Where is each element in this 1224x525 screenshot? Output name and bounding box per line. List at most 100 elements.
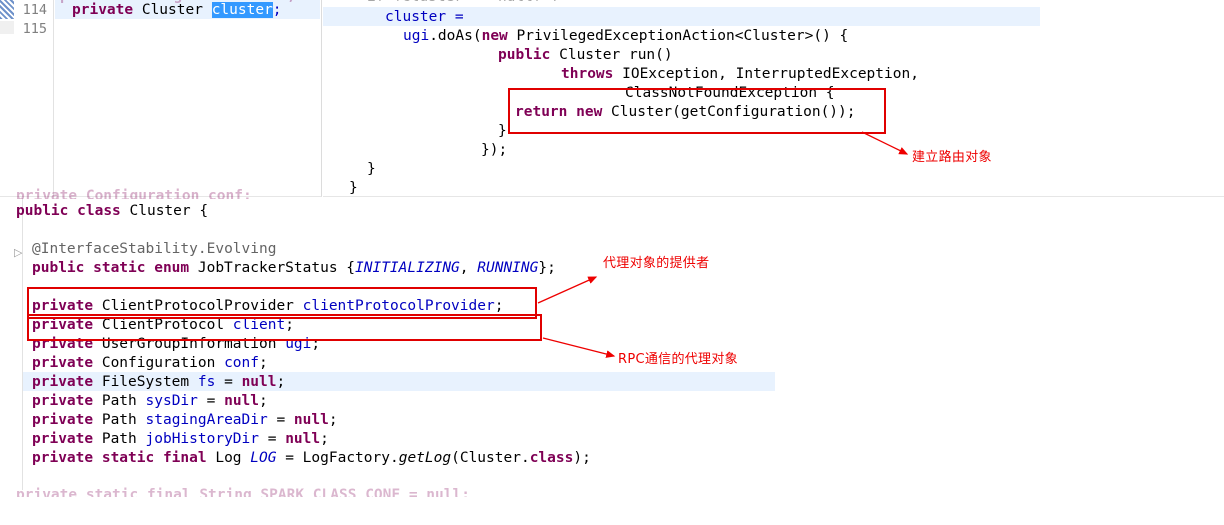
field-modifier: private [32,374,94,390]
code-line-field-conf[interactable]: private Configuration conf; [32,354,268,373]
clipped-if-text: if (cluster == null) { [367,0,559,1]
code-line-close-anon-call[interactable]: }); [481,141,507,160]
close-if-text: } [367,161,376,177]
field-type: ClientProtocol [101,317,225,333]
close-brace-text: } [498,123,507,139]
field-type: ClientProtocolProvider [101,298,294,314]
field-terminator: ; [276,374,286,390]
log-name: LOG [250,450,277,466]
field-modifier: private [32,317,94,333]
field-init: = [259,431,286,447]
line-number-114: 114 [22,2,47,18]
null-literal: null [285,431,321,447]
code-line-class-decl[interactable]: public class Cluster { [16,202,208,221]
classnotfound-text: ClassNotFoundException { [625,85,835,101]
code-line-close-if[interactable]: } [367,160,376,179]
bottom-editor-pane[interactable]: ▷ private Configuration conf; public cla… [0,188,1224,525]
code-line-field-log[interactable]: private static final Log LOG = LogFactor… [32,449,591,468]
enum-comma: , [459,260,478,276]
field-terminator: ; [320,431,329,447]
code-line-field-ugi[interactable]: private UserGroupInformation ugi; [32,335,320,354]
modifier-public: public [16,203,69,219]
class-literal-keyword: class [529,450,574,466]
field-modifier: private [32,393,94,409]
return-text: return new Cluster(getConfiguration()); [515,104,856,120]
code-line-enum-decl[interactable]: public static enum JobTrackerStatus {INI… [32,259,556,278]
code-line-114[interactable]: private Cluster cluster; [72,1,282,20]
field-terminator: ; [311,336,321,352]
field-terminator: ; [328,412,338,428]
field-terminator: ; [259,393,268,409]
field-init: = [215,374,242,390]
field-modifier: private [32,298,94,314]
identifier-cluster: cluster = [385,9,464,25]
log-type: Log [206,450,251,466]
gutter-divider [22,198,23,490]
selected-token-cluster[interactable]: cluster [211,2,273,18]
field-name: conf [224,355,259,371]
code-line-classnotfound[interactable]: ClassNotFoundException { [625,84,835,103]
annotation-name: @InterfaceStability [32,241,198,257]
code-fold-arrow-icon[interactable]: ▷ [14,246,22,259]
code-line-field-stagingareadir[interactable]: private Path stagingAreaDir = null; [32,411,338,430]
top-right-editor-pane[interactable]: if (cluster == null) { cluster = ugi.doA… [323,0,1224,197]
code-line-field-jobhistorydir[interactable]: private Path jobHistoryDir = null; [32,430,329,449]
code-line-field-sysdir[interactable]: private Path sysDir = null; [32,392,268,411]
enum-name: JobTrackerStatus [189,260,347,276]
field-type: Path [101,431,137,447]
field-name: jobHistoryDir [145,431,260,447]
field-terminator: ; [494,298,504,314]
code-line-field-fs[interactable]: private FileSystem fs = null; [32,373,285,392]
field-type: Configuration [101,355,216,371]
code-line-throws[interactable]: throws IOException, InterruptedException… [561,65,919,84]
keyword-private: private [72,2,134,18]
field-type: UserGroupInformation [101,336,277,352]
log-modifiers: private static final [32,450,207,466]
clipped-code-line-bottom: private static final String SPARK_CLASS_… [16,487,470,497]
field-terminator: ; [285,317,294,333]
null-literal: null [293,412,329,428]
log-assign: = [276,450,303,466]
close-anon-text: }); [481,142,508,158]
field-name: fs [197,374,216,390]
field-name: ugi [285,336,312,352]
field-terminator: ; [259,355,268,371]
log-dot: . [389,450,399,466]
annotation-dot: . [197,241,207,257]
class-name-cluster: Cluster [129,203,191,219]
enum-constant-running: RUNNING [477,260,539,276]
change-marker-secondary-icon [0,21,14,34]
top-left-editor-pane[interactable]: 114 115 private Configuration conf; priv… [0,0,322,197]
line-number-115: 115 [22,21,47,37]
log-args: (Cluster. [451,450,530,466]
field-modifier: private [32,355,94,371]
field-name: stagingAreaDir [145,412,268,428]
enum-open-brace: { [346,260,356,276]
code-line-cluster-assign[interactable]: cluster = [385,8,464,27]
code-line-return-cluster[interactable]: return new Cluster(getConfiguration()); [515,103,856,122]
class-open-brace: { [199,203,209,219]
field-init: = [197,393,225,409]
line-number-gutter: 114 115 [0,0,54,196]
code-line-field-clientprotocolprovider[interactable]: private ClientProtocolProvider clientPro… [32,297,503,316]
code-line-close-anon-brace[interactable]: } [498,122,507,141]
code-line-close-method[interactable]: } [349,179,358,198]
clipped-code-line-if: if (cluster == null) { [367,0,559,1]
null-literal: null [241,374,277,390]
null-literal: null [224,393,260,409]
annotation-member: Evolving [206,241,277,257]
close-method-text: } [349,180,358,196]
code-line-run-method[interactable]: public Cluster run() [498,46,673,65]
code-line-doas[interactable]: ugi.doAs(new PrivilegedExceptionAction<C… [403,27,848,46]
change-marker-icon [0,0,14,19]
field-modifier: private [32,336,94,352]
code-line-annotation[interactable]: @InterfaceStability.Evolving [32,240,276,259]
clipped-code-line-top: private Configuration conf; [16,188,252,199]
enum-modifiers: public static enum [32,260,190,276]
getlog-method: getLog [398,450,452,466]
doas-call-text: ugi.doAs(new PrivilegedExceptionAction<C… [403,28,849,44]
field-modifier: private [32,431,94,447]
code-line-field-clientprotocol[interactable]: private ClientProtocol client; [32,316,294,335]
field-modifier: private [32,412,94,428]
field-type: Path [101,412,137,428]
